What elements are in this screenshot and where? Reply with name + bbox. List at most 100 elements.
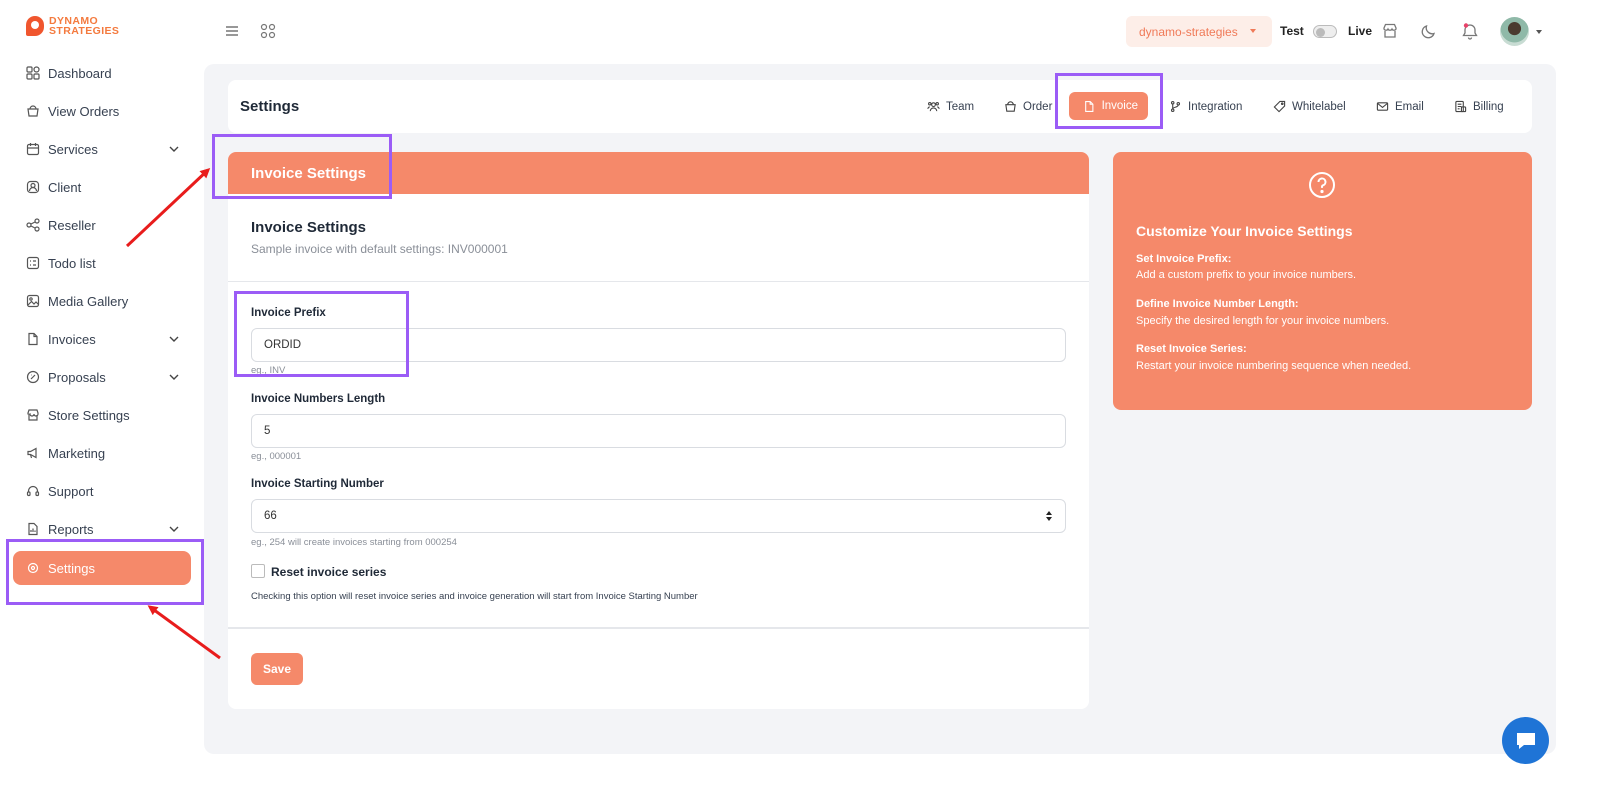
caret-down-icon	[1250, 29, 1256, 33]
chat-icon	[1516, 732, 1535, 749]
tab-label: Integration	[1188, 100, 1243, 113]
sidebar-item-label: Reseller	[48, 217, 96, 233]
sidebar-item-reseller[interactable]: Reseller	[13, 208, 191, 242]
headset-icon	[25, 484, 40, 499]
gear-icon	[25, 561, 40, 576]
invoice-settings-card: Invoice Settings Invoice Settings Sample…	[228, 152, 1089, 709]
sidebar-item-dashboard[interactable]: Dashboard	[13, 56, 191, 90]
document-icon	[25, 332, 40, 347]
tab-integration[interactable]: Integration	[1159, 93, 1252, 120]
tab-email[interactable]: Email	[1366, 93, 1434, 120]
sidebar-item-settings[interactable]: Settings	[13, 551, 191, 585]
invoice-prefix-input[interactable]: ORDID	[251, 328, 1066, 362]
tab-whitelabel[interactable]: Whitelabel	[1263, 93, 1356, 120]
menu-icon[interactable]	[223, 22, 241, 40]
invoice-starting-hint: eg., 254 will create invoices starting f…	[251, 537, 457, 548]
sidebar-item-marketing[interactable]: Marketing	[13, 436, 191, 470]
invoice-length-label: Invoice Numbers Length	[251, 393, 386, 405]
sidebar-item-todo-list[interactable]: Todo list	[13, 246, 191, 280]
store-icon[interactable]	[1381, 22, 1399, 40]
sidebar-item-media-gallery[interactable]: Media Gallery	[13, 284, 191, 318]
save-button[interactable]: Save	[251, 653, 303, 685]
invoice-prefix-label: Invoice Prefix	[251, 307, 326, 319]
invoice-length-input[interactable]: 5	[251, 414, 1066, 448]
help-heading: Set Invoice Prefix:	[1136, 253, 1232, 265]
store-icon	[25, 408, 40, 423]
sidebar-item-services[interactable]: Services	[13, 132, 191, 166]
team-icon	[927, 101, 940, 112]
mode-live-label: Live	[1348, 24, 1373, 38]
mode-toggle[interactable]	[1313, 25, 1337, 38]
help-heading: Define Invoice Number Length:	[1136, 298, 1299, 310]
brand-logo[interactable]: DYNAMO STRATEGIES	[26, 16, 119, 36]
avatar[interactable]	[1500, 17, 1529, 46]
sidebar-item-label: Store Settings	[48, 407, 130, 423]
sidebar-item-proposals[interactable]: Proposals	[13, 360, 191, 394]
help-text: Restart your invoice numbering sequence …	[1136, 360, 1412, 372]
tag-icon	[1273, 100, 1286, 113]
sidebar-item-label: Media Gallery	[48, 293, 129, 309]
image-icon	[25, 294, 40, 309]
input-value: 66	[264, 510, 277, 522]
tab-team[interactable]: Team	[917, 93, 984, 120]
input-value: 5	[264, 425, 271, 437]
question-icon	[1309, 172, 1335, 198]
calendar-icon	[25, 142, 40, 157]
tab-label: Team	[946, 100, 975, 113]
divider	[228, 627, 1089, 629]
mail-icon	[1376, 102, 1389, 111]
sidebar-item-label: Reports	[48, 521, 94, 537]
brand-line2: STRATEGIES	[49, 25, 120, 37]
document-icon	[1085, 100, 1094, 112]
input-value: ORDID	[264, 339, 302, 351]
reset-series-label[interactable]: Reset invoice series	[271, 565, 386, 579]
section-subtitle: Sample invoice with default settings: IN…	[251, 242, 508, 256]
megaphone-icon	[25, 446, 40, 461]
sidebar-item-label: Marketing	[48, 445, 106, 461]
tab-invoice[interactable]: Invoice	[1069, 92, 1148, 120]
chevron-down-icon	[169, 526, 179, 532]
help-card: Customize Your Invoice Settings Set Invo…	[1113, 152, 1532, 410]
tab-label: Email	[1395, 100, 1424, 113]
logo-icon	[26, 16, 44, 36]
invoice-starting-label: Invoice Starting Number	[251, 478, 384, 490]
tab-order[interactable]: Order	[994, 93, 1062, 120]
sidebar-item-view-orders[interactable]: View Orders	[13, 94, 191, 128]
sidebar-item-store-settings[interactable]: Store Settings	[13, 398, 191, 432]
sidebar-item-support[interactable]: Support	[13, 474, 191, 508]
card-header-title: Invoice Settings	[251, 165, 367, 182]
basket-icon	[1005, 101, 1016, 112]
invoice-starting-input[interactable]: 66	[251, 499, 1066, 533]
share-icon	[25, 218, 40, 233]
report-icon	[25, 522, 40, 537]
sidebar-item-label: Invoices	[48, 331, 96, 347]
sidebar-item-client[interactable]: Client	[13, 170, 191, 204]
caret-down-icon[interactable]	[1536, 30, 1542, 34]
sidebar-item-invoices[interactable]: Invoices	[13, 322, 191, 356]
notification-icon[interactable]	[1461, 22, 1479, 40]
reset-series-checkbox[interactable]	[251, 564, 265, 578]
todo-icon	[25, 256, 40, 271]
invoice-length-hint: eg., 000001	[251, 451, 302, 462]
tab-billing[interactable]: Billing	[1444, 93, 1514, 120]
store-select-value: dynamo-strategies	[1139, 24, 1238, 39]
number-stepper-icon[interactable]	[1045, 510, 1053, 522]
sidebar-item-label: Dashboard	[48, 65, 112, 81]
toggle-knob	[1316, 27, 1325, 37]
tab-label: Whitelabel	[1292, 100, 1346, 113]
sidebar-item-label: View Orders	[48, 103, 120, 119]
reset-series-help: Checking this option will reset invoice …	[251, 591, 698, 602]
sidebar-item-reports[interactable]: Reports	[13, 512, 191, 546]
branch-icon	[1170, 101, 1181, 112]
user-icon	[25, 180, 40, 195]
store-select[interactable]: dynamo-strategies	[1126, 16, 1272, 47]
chat-button[interactable]	[1502, 717, 1549, 764]
sidebar-item-label: Settings	[48, 560, 95, 576]
page-title: Settings	[240, 98, 300, 115]
help-text: Specify the desired length for your invo…	[1136, 315, 1390, 327]
tab-label: Invoice	[1101, 100, 1138, 112]
moon-icon[interactable]	[1420, 22, 1438, 40]
chevron-down-icon	[169, 336, 179, 342]
apps-icon[interactable]	[259, 22, 277, 40]
chevron-down-icon	[169, 146, 179, 152]
